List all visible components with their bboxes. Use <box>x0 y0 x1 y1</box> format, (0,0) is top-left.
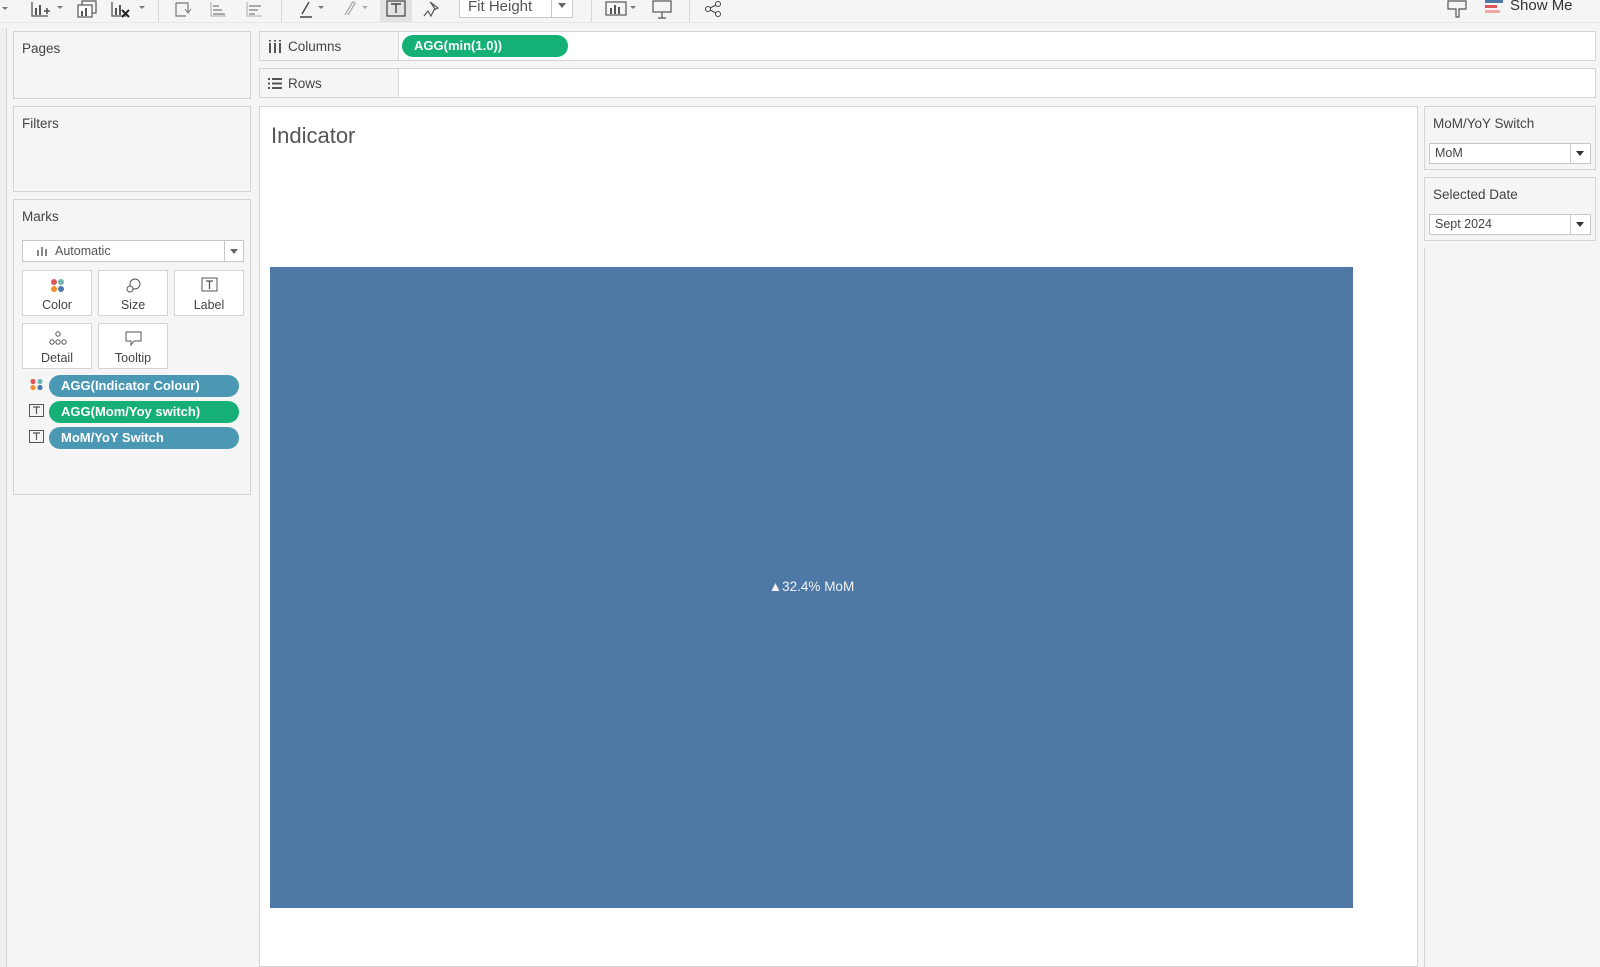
pages-card[interactable]: Pages <box>13 31 251 99</box>
marks-field-mom-yoy-switch-agg[interactable]: AGG(Mom/Yoy switch) <box>49 401 239 423</box>
marks-card: Marks Automatic Color Size Label Detail <box>13 199 251 495</box>
size-button[interactable]: Size <box>98 270 168 316</box>
annotate-icon[interactable] <box>340 0 374 20</box>
toolbar: Fit Height Show Me <box>0 0 1600 23</box>
detail-button[interactable]: Detail <box>22 323 92 369</box>
worksheet-view: Indicator ▲32.4% MoM <box>259 106 1418 967</box>
chart-type-icon[interactable] <box>604 0 640 20</box>
chevron-down-icon <box>1570 215 1590 234</box>
mom-yoy-parameter-title: MoM/YoY Switch <box>1433 116 1535 131</box>
tooltip-button-label: Tooltip <box>114 351 152 365</box>
pages-title: Pages <box>22 41 61 56</box>
label-button[interactable]: Label <box>174 270 244 316</box>
presentation-icon[interactable] <box>651 0 673 20</box>
columns-shelf-label: Columns <box>260 32 399 60</box>
chevron-down-icon <box>551 0 572 17</box>
chevron-down-icon <box>1570 144 1590 163</box>
view-title: Indicator <box>271 123 356 148</box>
label-button-label: Label <box>193 298 225 312</box>
filters-title: Filters <box>22 116 59 131</box>
right-panel <box>1424 248 1597 967</box>
fit-dropdown-value: Fit Height <box>468 0 533 15</box>
show-mark-labels-button[interactable] <box>380 0 412 22</box>
label-icon <box>29 404 44 417</box>
fit-dropdown[interactable]: Fit Height <box>459 0 573 18</box>
selected-date-parameter-value: Sept 2024 <box>1435 217 1492 231</box>
mom-yoy-parameter-dropdown[interactable]: MoM <box>1429 143 1591 164</box>
color-button-label: Color <box>42 298 72 312</box>
left-panel-edge <box>0 28 7 967</box>
marks-field-mom-yoy-switch[interactable]: MoM/YoY Switch <box>49 427 239 449</box>
color-icon <box>51 279 64 292</box>
tooltip-button[interactable]: Tooltip <box>98 323 168 369</box>
rows-label: Rows <box>288 76 322 91</box>
selected-date-parameter-card: Selected Date Sept 2024 <box>1424 177 1596 241</box>
toolbar-separator <box>158 0 159 22</box>
indicator-bar-mark[interactable]: ▲32.4% MoM <box>270 267 1353 908</box>
show-me-button[interactable]: Show Me <box>1510 0 1573 14</box>
bar-chart-icon <box>37 247 47 256</box>
label-icon <box>201 277 218 292</box>
mom-yoy-parameter-value: MoM <box>1435 146 1463 160</box>
detail-button-label: Detail <box>41 351 73 365</box>
detail-icon <box>49 331 67 345</box>
marks-title: Marks <box>22 209 59 224</box>
highlight-icon[interactable] <box>296 0 330 20</box>
show-mark-labels-icon <box>386 0 406 17</box>
clear-sheet-icon[interactable] <box>110 0 150 20</box>
marks-field-indicator-colour[interactable]: AGG(Indicator Colour) <box>49 375 239 397</box>
columns-pill[interactable]: AGG(min(1.0)) <box>402 35 568 57</box>
duplicate-sheet-icon[interactable] <box>76 0 98 20</box>
show-me-icon[interactable] <box>1485 0 1503 14</box>
rows-shelf[interactable]: Rows <box>259 68 1596 98</box>
sort-descending-icon[interactable] <box>244 0 266 20</box>
mom-yoy-parameter-card: MoM/YoY Switch MoM <box>1424 106 1596 170</box>
swap-icon[interactable] <box>172 0 194 20</box>
sort-ascending-icon[interactable] <box>208 0 230 20</box>
size-icon <box>126 278 141 293</box>
toolbar-separator <box>281 0 282 22</box>
toolbar-dropdown-icon[interactable] <box>0 0 10 20</box>
tooltip-icon[interactable] <box>1445 0 1469 20</box>
pin-icon[interactable] <box>422 0 444 20</box>
tooltip-bubble-icon <box>125 331 142 347</box>
color-icon <box>30 378 43 391</box>
indicator-bar-label: ▲32.4% MoM <box>768 579 855 594</box>
columns-icon <box>269 40 281 53</box>
new-worksheet-icon[interactable] <box>30 0 64 20</box>
rows-shelf-label: Rows <box>260 69 399 97</box>
columns-shelf[interactable]: Columns AGG(min(1.0)) <box>259 31 1596 61</box>
chevron-down-icon <box>224 241 243 261</box>
rows-icon <box>268 78 282 89</box>
filters-card[interactable]: Filters <box>13 106 251 192</box>
selected-date-parameter-dropdown[interactable]: Sept 2024 <box>1429 214 1591 235</box>
label-icon <box>29 430 44 443</box>
size-button-label: Size <box>120 298 146 312</box>
color-button[interactable]: Color <box>22 270 92 316</box>
mark-type-dropdown[interactable]: Automatic <box>22 240 244 262</box>
toolbar-separator <box>591 0 592 22</box>
share-icon[interactable] <box>703 0 725 20</box>
selected-date-parameter-title: Selected Date <box>1433 187 1518 202</box>
columns-label: Columns <box>288 39 342 54</box>
toolbar-separator <box>689 0 690 22</box>
mark-type-value: Automatic <box>55 244 111 258</box>
